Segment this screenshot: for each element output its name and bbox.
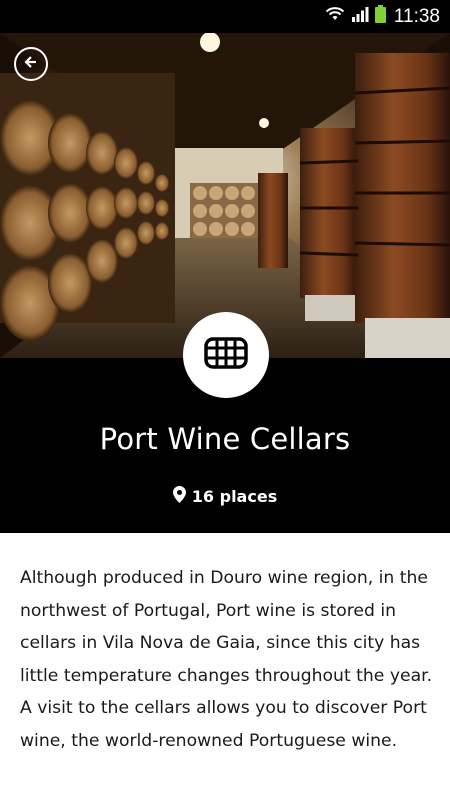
hero-image [0, 33, 450, 358]
places-label: 16 places [191, 487, 278, 506]
status-bar: 11:38 [0, 0, 450, 33]
barrel-icon [204, 337, 248, 373]
places-count: 16 places [0, 486, 450, 507]
signal-icon [351, 6, 369, 27]
back-button[interactable] [14, 47, 48, 81]
description-text: Although produced in Douro wine region, … [20, 568, 433, 751]
category-badge [183, 312, 269, 398]
arrow-left-icon [23, 54, 39, 74]
battery-icon [374, 5, 386, 28]
status-time: 11:38 [393, 5, 440, 27]
wifi-icon [325, 6, 345, 27]
page-title: Port Wine Cellars [99, 422, 351, 456]
map-pin-icon [172, 486, 186, 507]
